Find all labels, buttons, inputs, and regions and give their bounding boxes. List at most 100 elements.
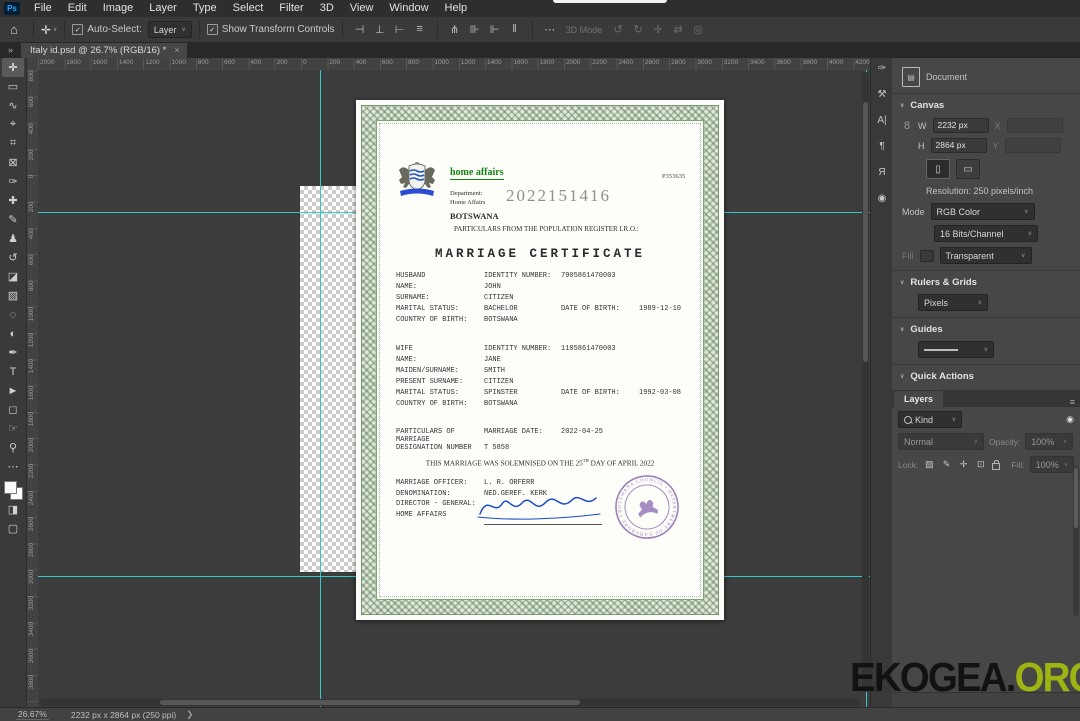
guide-vertical-left[interactable]	[320, 70, 321, 707]
layers-menu-icon[interactable]: ≡	[1070, 397, 1075, 407]
healing-brush-tool[interactable]: ✚	[2, 191, 24, 210]
clone-stamp-tool[interactable]: ♟	[2, 229, 24, 248]
units-dropdown[interactable]: Pixels ∨	[918, 294, 988, 311]
dodge-tool[interactable]: ◐	[2, 324, 24, 343]
distribute-bottom-icon[interactable]: ⊩	[485, 23, 505, 36]
height-input[interactable]: 2864 px	[930, 138, 987, 153]
guide-style-dropdown[interactable]: ∨	[918, 341, 994, 358]
menu-window[interactable]: Window	[381, 0, 436, 17]
filter-toggle-icon[interactable]: ◉	[1066, 414, 1074, 425]
width-input[interactable]: 2232 px	[932, 118, 989, 133]
vertical-scrollbar[interactable]	[862, 72, 869, 692]
layers-tab[interactable]: Layers	[894, 391, 944, 407]
align-center-icon[interactable]: ⊥	[370, 23, 390, 36]
foreground-color-swatch[interactable]	[4, 481, 17, 494]
align-right-icon[interactable]: ⊢	[390, 23, 410, 36]
menu-3d[interactable]: 3D	[312, 0, 342, 17]
3d-slide-icon[interactable]: ⇄	[668, 23, 688, 36]
marquee-tool[interactable]: ▭	[2, 77, 24, 96]
move-tool[interactable]: ✛	[2, 58, 24, 77]
clone-source-panel-icon[interactable]: ⚒	[872, 83, 892, 105]
filter-kind-dropdown[interactable]: Kind ∨	[898, 411, 962, 428]
screen-mode-icon[interactable]: ▢	[2, 519, 24, 538]
eraser-tool[interactable]: ◪	[2, 267, 24, 286]
3d-camera-icon[interactable]: ◎	[688, 23, 708, 36]
history-brush-tool[interactable]: ↺	[2, 248, 24, 267]
blur-tool[interactable]: ◌	[2, 305, 24, 324]
menu-edit[interactable]: Edit	[60, 0, 95, 17]
character-panel-icon[interactable]: A|	[872, 109, 892, 131]
y-input[interactable]	[1004, 138, 1061, 153]
menu-help[interactable]: Help	[437, 0, 476, 17]
orientation-portrait-button[interactable]: ▯	[926, 159, 950, 179]
frame-tool[interactable]: ⊠	[2, 153, 24, 172]
menu-filter[interactable]: Filter	[271, 0, 311, 17]
document-tab[interactable]: Italy id.psd @ 26.7% (RGB/16) * ×	[21, 42, 187, 58]
canvas-region: 2000 1800 1600 1400 1200 1000 800 600 400 200 0 200…	[26, 58, 870, 707]
mode-dropdown[interactable]: RGB Color ∨	[930, 203, 1035, 220]
orientation-landscape-button[interactable]: ▭	[956, 159, 980, 179]
pen-tool[interactable]: ✒	[2, 343, 24, 362]
auto-select-target-dropdown[interactable]: Layer ∨	[147, 21, 192, 38]
color-swatches[interactable]	[3, 480, 23, 500]
glyphs-panel-icon[interactable]: Я	[872, 161, 892, 183]
menu-file[interactable]: File	[26, 0, 60, 17]
brush-settings-panel-icon[interactable]: ✑	[872, 57, 892, 79]
quick-mask-icon[interactable]: ◨	[2, 500, 24, 519]
fill-dropdown[interactable]: Transparent ∨	[939, 247, 1032, 264]
hand-tool[interactable]: ☞	[2, 419, 24, 438]
object-selection-tool[interactable]: ⌖	[2, 115, 24, 134]
home-icon[interactable]: ⌂	[10, 22, 18, 37]
3d-roll-icon[interactable]: ↻	[628, 23, 648, 36]
collapse-toolbar-icon[interactable]: »	[8, 45, 13, 55]
quick-actions-header[interactable]: ∨ Quick Actions	[892, 371, 1080, 382]
link-dimensions-icon[interactable]: 8	[902, 120, 912, 132]
ruler-tick-label: 400	[355, 59, 367, 66]
eyedropper-tool[interactable]: ✑	[2, 172, 24, 191]
opacity-input[interactable]: 100% ∨	[1025, 433, 1074, 450]
more-options-icon[interactable]: ⋯	[540, 23, 560, 36]
guides-header[interactable]: ∨ Guides	[892, 324, 1080, 335]
canvas-section-header[interactable]: ∨ Canvas	[892, 100, 1080, 111]
rulers-grids-header[interactable]: ∨ Rulers & Grids	[892, 277, 1080, 288]
distribute-center-icon[interactable]: ⊪	[465, 23, 485, 36]
type-tool[interactable]: T	[2, 362, 24, 381]
crop-tool[interactable]: ⌗	[2, 134, 24, 153]
menu-select[interactable]: Select	[225, 0, 272, 17]
menu-type[interactable]: Type	[185, 0, 225, 17]
horizontal-scrollbar[interactable]	[40, 699, 860, 706]
shape-tool[interactable]: ◻	[2, 400, 24, 419]
path-select-tool[interactable]: ►	[2, 381, 24, 400]
layers-tab-bar: Layers ≡	[892, 390, 1080, 407]
bit-depth-dropdown[interactable]: 16 Bits/Channel ∨	[934, 225, 1038, 242]
status-options-icon[interactable]: ❯	[186, 709, 193, 720]
zoom-tool[interactable]: ⚲	[2, 438, 24, 457]
3d-orbit-icon[interactable]: ↺	[608, 23, 628, 36]
align-left-icon[interactable]: ⊣	[350, 23, 370, 36]
paragraph-panel-icon[interactable]: ¶	[872, 135, 892, 157]
x-input[interactable]	[1006, 118, 1063, 133]
layers-scrollbar[interactable]	[1073, 466, 1079, 616]
distribute-gaps-icon[interactable]: ‖	[505, 23, 525, 36]
fill-swatch[interactable]	[919, 249, 934, 262]
transparent-canvas-area[interactable]	[300, 186, 362, 572]
status-zoom-field[interactable]: 26.67%	[16, 709, 49, 720]
certificate-document[interactable]: home affairs P353635 Department: Home Af…	[356, 100, 724, 620]
show-transform-checkbox[interactable]: ✓	[206, 24, 218, 35]
menu-layer[interactable]: Layer	[141, 0, 185, 17]
3d-pan-icon[interactable]: ✛	[648, 23, 668, 36]
brush-tool[interactable]: ✎	[2, 210, 24, 229]
edit-toolbar[interactable]: ⋯	[2, 457, 24, 476]
align-edges-icon[interactable]: ≡	[410, 23, 430, 36]
gradient-tool[interactable]: ▨	[2, 286, 24, 305]
menu-view[interactable]: View	[342, 0, 382, 17]
libraries-panel-icon[interactable]: ◉	[872, 187, 892, 209]
blend-mode-dropdown[interactable]: Normal ∨	[898, 433, 984, 450]
auto-select-checkbox[interactable]: ✓	[72, 24, 84, 35]
menu-image[interactable]: Image	[95, 0, 142, 17]
canvas-viewport[interactable]: home affairs P353635 Department: Home Af…	[38, 70, 870, 707]
distribute-top-icon[interactable]: ⋔	[445, 23, 465, 36]
chevron-down-icon[interactable]: ∨	[53, 26, 57, 33]
close-tab-icon[interactable]: ×	[174, 45, 179, 55]
lasso-tool[interactable]: ∿	[2, 96, 24, 115]
